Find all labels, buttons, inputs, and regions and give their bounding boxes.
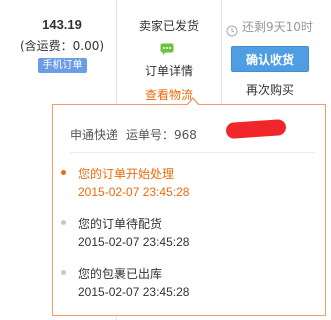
tracking-number: 968 [174,128,197,142]
order-detail-link[interactable]: 订单详情 [124,62,214,79]
tracking-event: 您的包裹已出库 2015-02-07 23:45:28 [61,265,190,299]
timeline-dot [61,170,66,175]
logistics-popup: 申通快递 运单号：968 您的订单开始处理 2015-02-07 23:45:28… [52,104,326,316]
time-remaining: 还剩9天10时 [242,20,313,34]
event-time: 2015-02-07 23:45:28 [78,285,190,299]
popup-divider [70,152,315,153]
confirm-receipt-button[interactable]: 确认收货 [231,46,309,72]
clock-icon [226,22,238,37]
tracking-label: 运单号： [126,128,175,142]
order-status: 卖家已发货 [138,19,199,33]
event-description: 您的包裹已出库 [78,267,163,281]
tracking-header: 申通快递 运单号：968 [70,126,197,143]
column-divider [116,0,117,105]
tracking-event: 您的订单待配货 2015-02-07 23:45:28 [61,215,190,249]
event-description: 您的订单开始处理 [78,167,175,181]
mobile-order-badge: 手机订单 [38,58,87,73]
carrier-name: 申通快递 [70,128,119,142]
event-time: 2015-02-07 23:45:28 [78,185,190,199]
timeline-dot [61,220,66,225]
shipping-fee: (含运费：0.00) [19,39,105,53]
chat-bubble-icon[interactable] [160,40,174,55]
event-description: 您的订单待配货 [78,217,163,231]
column-divider [116,316,117,320]
view-logistics-link[interactable]: 查看物流 [124,86,214,103]
redaction-mark [225,118,287,140]
order-total: 143.19 [42,17,82,32]
buy-again-link[interactable]: 再次购买 [231,81,309,98]
popup-arrow-fill [187,99,199,106]
column-divider [221,0,222,105]
event-time: 2015-02-07 23:45:28 [78,235,190,249]
timeline-dot [61,270,66,275]
tracking-event: 您的订单开始处理 2015-02-07 23:45:28 [61,165,190,199]
